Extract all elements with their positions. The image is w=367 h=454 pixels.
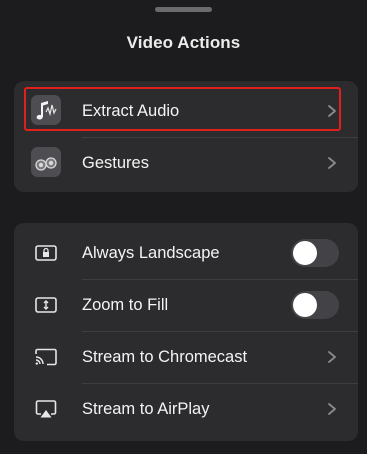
landscape-lock-icon [35, 245, 57, 261]
zoom-to-fill-toggle[interactable] [291, 291, 339, 319]
airplay-icon [35, 400, 57, 418]
sheet-title: Video Actions [126, 33, 241, 52]
video-actions-group-primary: Extract Audio Gestures [14, 81, 358, 192]
always-landscape-row[interactable]: Always Landscape [14, 227, 358, 279]
chevron-right-icon [328, 157, 336, 169]
video-actions-group-secondary: Always Landscape Zoom to Fill Stream to … [14, 223, 358, 441]
stream-airplay-label: Stream to AirPlay [82, 400, 210, 418]
always-landscape-toggle[interactable] [291, 239, 339, 267]
zoom-to-fill-label: Zoom to Fill [82, 296, 169, 314]
toggle-knob [293, 293, 317, 317]
stream-chromecast-row[interactable]: Stream to Chromecast [14, 331, 358, 383]
extract-audio-row[interactable]: Extract Audio [14, 85, 358, 137]
gestures-icon [31, 147, 61, 177]
toggle-knob [293, 241, 317, 265]
extract-audio-label: Extract Audio [82, 102, 180, 120]
music-note-waveform-icon [31, 95, 61, 125]
gestures-row[interactable]: Gestures [14, 137, 358, 189]
stream-chromecast-label: Stream to Chromecast [82, 348, 248, 366]
gestures-label: Gestures [82, 154, 149, 172]
sheet-grabber[interactable] [155, 7, 212, 12]
chevron-right-icon [328, 403, 336, 415]
zoom-fill-icon [35, 297, 57, 313]
chevron-right-icon [328, 351, 336, 363]
always-landscape-label: Always Landscape [82, 244, 220, 262]
zoom-to-fill-row[interactable]: Zoom to Fill [14, 279, 358, 331]
chevron-right-icon [328, 105, 336, 117]
chromecast-icon [35, 348, 57, 366]
stream-airplay-row[interactable]: Stream to AirPlay [14, 383, 358, 435]
